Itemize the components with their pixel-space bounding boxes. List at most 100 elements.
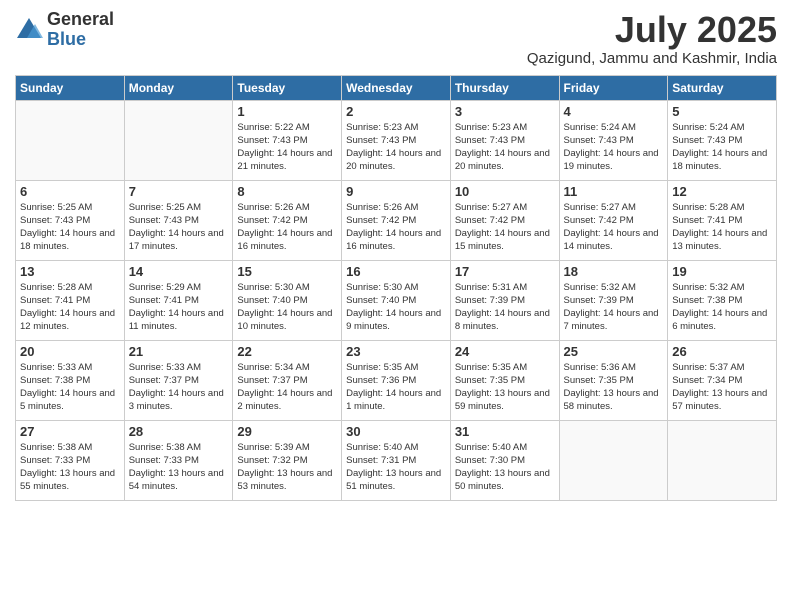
month-title: July 2025: [527, 10, 777, 50]
day-cell: 16 Sunrise: 5:30 AMSunset: 7:40 PMDayligh…: [342, 260, 451, 340]
day-number: 17: [455, 264, 555, 279]
week-row-0: 1 Sunrise: 5:22 AMSunset: 7:43 PMDaylight…: [16, 100, 777, 180]
day-number: 20: [20, 344, 120, 359]
day-number: 29: [237, 424, 337, 439]
day-info: Sunrise: 5:25 AMSunset: 7:43 PMDaylight:…: [20, 201, 120, 254]
day-info: Sunrise: 5:32 AMSunset: 7:38 PMDaylight:…: [672, 281, 772, 334]
day-cell: 7 Sunrise: 5:25 AMSunset: 7:43 PMDaylight…: [124, 180, 233, 260]
day-cell: 10Sunrise: 5:27 AMSunset: 7:42 PMDayligh…: [450, 180, 559, 260]
week-row-4: 27 Sunrise: 5:38 AMSunset: 7:33 PMDayligh…: [16, 420, 777, 500]
day-cell: [124, 100, 233, 180]
day-info: Sunrise: 5:32 AMSunset: 7:39 PMDaylight:…: [564, 281, 664, 334]
day-info: Sunrise: 5:29 AMSunset: 7:41 PMDaylight:…: [129, 281, 229, 334]
calendar: SundayMondayTuesdayWednesdayThursdayFrid…: [15, 75, 777, 501]
day-info: Sunrise: 5:34 AMSunset: 7:37 PMDaylight:…: [237, 361, 337, 414]
location-title: Qazigund, Jammu and Kashmir, India: [527, 50, 777, 67]
day-cell: 29 Sunrise: 5:39 AMSunset: 7:32 PMDayligh…: [233, 420, 342, 500]
day-cell: 3Sunrise: 5:23 AMSunset: 7:43 PMDaylight…: [450, 100, 559, 180]
day-number: 12: [672, 184, 772, 199]
day-cell: 23 Sunrise: 5:35 AMSunset: 7:36 PMDayligh…: [342, 340, 451, 420]
day-info: Sunrise: 5:38 AMSunset: 7:33 PMDaylight:…: [129, 441, 229, 494]
day-number: 21: [129, 344, 229, 359]
day-info: Sunrise: 5:40 AMSunset: 7:31 PMDaylight:…: [346, 441, 446, 494]
day-info: Sunrise: 5:38 AMSunset: 7:33 PMDaylight:…: [20, 441, 120, 494]
day-cell: 12 Sunrise: 5:28 AMSunset: 7:41 PMDayligh…: [668, 180, 777, 260]
day-cell: 6 Sunrise: 5:25 AMSunset: 7:43 PMDaylight…: [16, 180, 125, 260]
day-cell: 31Sunrise: 5:40 AMSunset: 7:30 PMDayligh…: [450, 420, 559, 500]
day-number: 26: [672, 344, 772, 359]
day-number: 6: [20, 184, 120, 199]
day-cell: 24 Sunrise: 5:35 AMSunset: 7:35 PMDayligh…: [450, 340, 559, 420]
day-cell: 1 Sunrise: 5:22 AMSunset: 7:43 PMDaylight…: [233, 100, 342, 180]
day-cell: 19Sunrise: 5:32 AMSunset: 7:38 PMDayligh…: [668, 260, 777, 340]
day-info: Sunrise: 5:26 AMSunset: 7:42 PMDaylight:…: [237, 201, 337, 254]
col-header-friday: Friday: [559, 75, 668, 100]
day-cell: 18 Sunrise: 5:32 AMSunset: 7:39 PMDayligh…: [559, 260, 668, 340]
day-info: Sunrise: 5:23 AMSunset: 7:43 PMDaylight:…: [346, 121, 446, 174]
logo-general: General: [47, 10, 114, 30]
day-number: 23: [346, 344, 446, 359]
day-cell: 26 Sunrise: 5:37 AMSunset: 7:34 PMDayligh…: [668, 340, 777, 420]
day-info: Sunrise: 5:35 AMSunset: 7:35 PMDaylight:…: [455, 361, 555, 414]
day-info: Sunrise: 5:30 AMSunset: 7:40 PMDaylight:…: [346, 281, 446, 334]
day-info: Sunrise: 5:26 AMSunset: 7:42 PMDaylight:…: [346, 201, 446, 254]
col-header-thursday: Thursday: [450, 75, 559, 100]
day-number: 13: [20, 264, 120, 279]
day-number: 28: [129, 424, 229, 439]
day-cell: 25Sunrise: 5:36 AMSunset: 7:35 PMDayligh…: [559, 340, 668, 420]
day-info: Sunrise: 5:33 AMSunset: 7:38 PMDaylight:…: [20, 361, 120, 414]
day-info: Sunrise: 5:24 AMSunset: 7:43 PMDaylight:…: [672, 121, 772, 174]
day-number: 1: [237, 104, 337, 119]
day-number: 2: [346, 104, 446, 119]
col-header-wednesday: Wednesday: [342, 75, 451, 100]
day-number: 24: [455, 344, 555, 359]
day-info: Sunrise: 5:22 AMSunset: 7:43 PMDaylight:…: [237, 121, 337, 174]
week-row-1: 6 Sunrise: 5:25 AMSunset: 7:43 PMDaylight…: [16, 180, 777, 260]
day-number: 18: [564, 264, 664, 279]
col-header-sunday: Sunday: [16, 75, 125, 100]
day-number: 7: [129, 184, 229, 199]
day-cell: 4Sunrise: 5:24 AMSunset: 7:43 PMDaylight…: [559, 100, 668, 180]
page: General Blue July 2025 Qazigund, Jammu a…: [0, 0, 792, 612]
day-cell: 30Sunrise: 5:40 AMSunset: 7:31 PMDayligh…: [342, 420, 451, 500]
day-number: 8: [237, 184, 337, 199]
day-cell: 28 Sunrise: 5:38 AMSunset: 7:33 PMDayligh…: [124, 420, 233, 500]
week-row-2: 13 Sunrise: 5:28 AMSunset: 7:41 PMDayligh…: [16, 260, 777, 340]
day-info: Sunrise: 5:37 AMSunset: 7:34 PMDaylight:…: [672, 361, 772, 414]
week-row-3: 20 Sunrise: 5:33 AMSunset: 7:38 PMDayligh…: [16, 340, 777, 420]
day-number: 27: [20, 424, 120, 439]
day-cell: 2 Sunrise: 5:23 AMSunset: 7:43 PMDaylight…: [342, 100, 451, 180]
day-info: Sunrise: 5:39 AMSunset: 7:32 PMDaylight:…: [237, 441, 337, 494]
day-cell: 17 Sunrise: 5:31 AMSunset: 7:39 PMDayligh…: [450, 260, 559, 340]
day-cell: 20 Sunrise: 5:33 AMSunset: 7:38 PMDayligh…: [16, 340, 125, 420]
logo-icon: [15, 16, 43, 44]
logo-text: General Blue: [47, 10, 114, 50]
day-cell: [668, 420, 777, 500]
day-number: 11: [564, 184, 664, 199]
day-info: Sunrise: 5:28 AMSunset: 7:41 PMDaylight:…: [20, 281, 120, 334]
day-cell: 22Sunrise: 5:34 AMSunset: 7:37 PMDayligh…: [233, 340, 342, 420]
day-number: 14: [129, 264, 229, 279]
day-number: 10: [455, 184, 555, 199]
day-cell: [16, 100, 125, 180]
col-header-tuesday: Tuesday: [233, 75, 342, 100]
day-cell: 5Sunrise: 5:24 AMSunset: 7:43 PMDaylight…: [668, 100, 777, 180]
day-info: Sunrise: 5:23 AMSunset: 7:43 PMDaylight:…: [455, 121, 555, 174]
day-info: Sunrise: 5:30 AMSunset: 7:40 PMDaylight:…: [237, 281, 337, 334]
day-cell: [559, 420, 668, 500]
day-cell: 15 Sunrise: 5:30 AMSunset: 7:40 PMDayligh…: [233, 260, 342, 340]
day-info: Sunrise: 5:31 AMSunset: 7:39 PMDaylight:…: [455, 281, 555, 334]
header: General Blue July 2025 Qazigund, Jammu a…: [15, 10, 777, 67]
day-info: Sunrise: 5:35 AMSunset: 7:36 PMDaylight:…: [346, 361, 446, 414]
header-row: SundayMondayTuesdayWednesdayThursdayFrid…: [16, 75, 777, 100]
day-info: Sunrise: 5:33 AMSunset: 7:37 PMDaylight:…: [129, 361, 229, 414]
day-cell: 13 Sunrise: 5:28 AMSunset: 7:41 PMDayligh…: [16, 260, 125, 340]
day-cell: 21 Sunrise: 5:33 AMSunset: 7:37 PMDayligh…: [124, 340, 233, 420]
day-info: Sunrise: 5:25 AMSunset: 7:43 PMDaylight:…: [129, 201, 229, 254]
logo: General Blue: [15, 10, 114, 50]
day-info: Sunrise: 5:28 AMSunset: 7:41 PMDaylight:…: [672, 201, 772, 254]
day-number: 15: [237, 264, 337, 279]
day-info: Sunrise: 5:40 AMSunset: 7:30 PMDaylight:…: [455, 441, 555, 494]
day-number: 16: [346, 264, 446, 279]
day-cell: 8 Sunrise: 5:26 AMSunset: 7:42 PMDaylight…: [233, 180, 342, 260]
